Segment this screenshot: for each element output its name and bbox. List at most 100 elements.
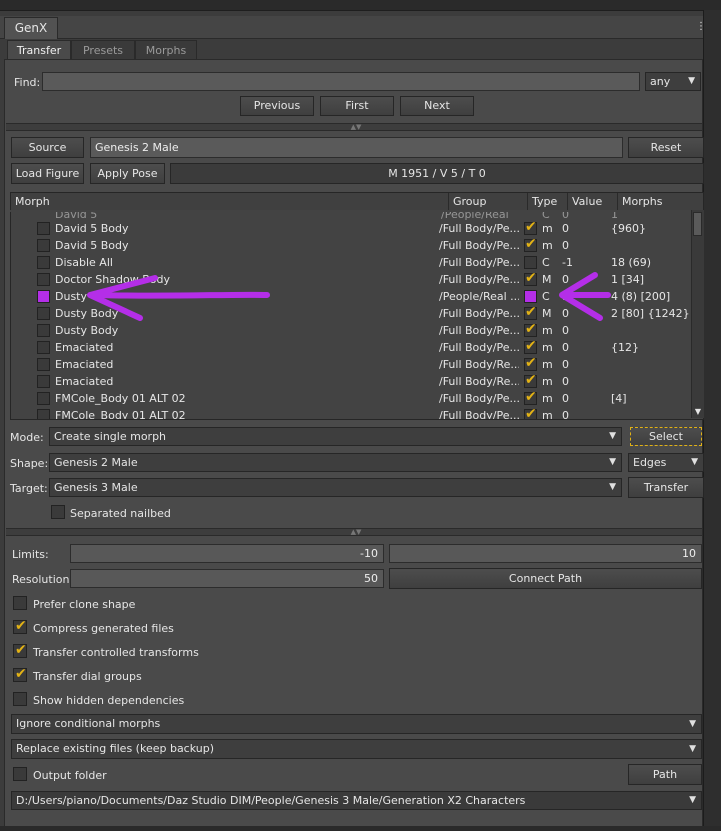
tab-presets[interactable]: Presets xyxy=(71,40,135,60)
row-type-checkbox[interactable] xyxy=(524,270,537,286)
scroll-down-icon[interactable]: ▼ xyxy=(692,407,704,416)
option-label: Transfer dial groups xyxy=(33,670,142,683)
table-scrollbar[interactable]: ▼ xyxy=(691,210,704,418)
first-button[interactable]: First xyxy=(320,96,394,116)
reset-button[interactable]: Reset xyxy=(628,137,704,158)
row-type-checkbox[interactable] xyxy=(524,372,537,388)
find-label: Find: xyxy=(14,76,41,89)
panel-title-tab[interactable]: GenX xyxy=(4,17,58,39)
table-row[interactable]: Emaciated/Full Body/Re... m0 xyxy=(11,355,689,373)
tab-transfer[interactable]: Transfer xyxy=(7,40,71,60)
scrollbar-thumb[interactable] xyxy=(693,212,702,236)
limits-min-field[interactable]: -10 xyxy=(70,544,384,563)
row-type: m xyxy=(542,375,553,388)
row-enable-checkbox[interactable] xyxy=(37,409,50,419)
row-type-checkbox[interactable] xyxy=(524,304,537,320)
table-row[interactable]: David 5 Body/Full Body/Pe... m0 {960} xyxy=(11,219,689,237)
row-type-checkbox[interactable] xyxy=(524,355,537,371)
conditional-morphs-dropdown[interactable]: Ignore conditional morphs ▼ xyxy=(11,714,702,734)
path-button[interactable]: Path xyxy=(628,764,702,785)
row-morph-name: FMCole_Body 01 ALT 02 xyxy=(55,392,186,405)
table-row[interactable]: Emaciated/Full Body/Pe... m0 {12} xyxy=(11,338,689,356)
row-morphs: 2 [80] {1242} xyxy=(611,307,690,320)
replace-files-value: Replace existing files (keep backup) xyxy=(16,742,215,755)
row-type-checkbox[interactable] xyxy=(524,236,537,252)
chevron-down-icon: ▼ xyxy=(688,76,695,86)
chevron-down-icon: ▼ xyxy=(609,482,616,492)
row-morph-name: Emaciated xyxy=(55,341,114,354)
row-enable-checkbox[interactable] xyxy=(37,273,50,286)
row-group: /Full Body/Re... xyxy=(439,358,519,371)
find-scope-dropdown[interactable]: any ▼ xyxy=(645,72,701,91)
row-type-checkbox[interactable] xyxy=(524,290,537,303)
mode-dropdown[interactable]: Create single morph ▼ xyxy=(49,427,622,446)
transfer-button[interactable]: Transfer xyxy=(628,477,704,498)
load-figure-button[interactable]: Load Figure xyxy=(11,163,84,184)
target-dropdown[interactable]: Genesis 3 Male ▼ xyxy=(49,478,622,497)
source-button[interactable]: Source xyxy=(11,137,84,158)
row-enable-checkbox[interactable] xyxy=(37,307,50,320)
row-enable-checkbox[interactable] xyxy=(37,256,50,269)
row-type-checkbox[interactable] xyxy=(524,219,537,235)
find-input[interactable] xyxy=(42,72,640,91)
option-checkbox[interactable] xyxy=(13,692,27,706)
row-enable-checkbox[interactable] xyxy=(37,324,50,337)
bottom-window-strip xyxy=(0,826,721,831)
row-type-checkbox[interactable] xyxy=(524,321,537,337)
row-type-checkbox[interactable] xyxy=(524,406,537,419)
row-group: /Full Body/Pe... xyxy=(439,307,519,320)
option-label: Prefer clone shape xyxy=(33,598,136,611)
row-enable-checkbox[interactable] xyxy=(37,222,50,235)
connect-path-button[interactable]: Connect Path xyxy=(389,568,702,589)
conditional-morphs-value: Ignore conditional morphs xyxy=(16,717,161,730)
row-value: 0 xyxy=(562,392,569,405)
tab-morphs[interactable]: Morphs xyxy=(135,40,197,60)
edges-value: Edges xyxy=(633,456,667,469)
chevron-down-icon: ▼ xyxy=(691,457,698,467)
next-button[interactable]: Next xyxy=(400,96,474,116)
table-row[interactable]: FMCole_Body 01 ALT 02/Full Body/Pe... m0 [… xyxy=(11,389,689,407)
option-checkbox[interactable] xyxy=(13,666,27,682)
table-row[interactable]: Emaciated/Full Body/Re... m0 xyxy=(11,372,691,390)
option-checkbox[interactable] xyxy=(13,618,27,634)
option-checkbox[interactable] xyxy=(13,596,27,610)
source-figure-field[interactable]: Genesis 2 Male xyxy=(90,137,623,158)
row-group: /Full Body/Pe... xyxy=(439,273,519,286)
row-morphs xyxy=(611,373,691,390)
output-folder-checkbox[interactable] xyxy=(13,767,27,781)
row-type-checkbox[interactable] xyxy=(524,256,537,269)
output-folder-label: Output folder xyxy=(33,769,107,782)
table-row[interactable]: David 5 Body/Full Body/Pe... m0 xyxy=(11,236,689,254)
mode-label: Mode: xyxy=(10,431,44,444)
mode-value: Create single morph xyxy=(54,430,167,443)
row-type-checkbox[interactable] xyxy=(524,338,537,354)
resolution-field[interactable]: 50 xyxy=(70,569,384,588)
replace-files-dropdown[interactable]: Replace existing files (keep backup) ▼ xyxy=(11,739,702,759)
output-path-dropdown[interactable]: D:/Users/piano/Documents/Daz Studio DIM/… xyxy=(11,791,702,810)
option-label: Show hidden dependencies xyxy=(33,694,185,707)
row-enable-checkbox[interactable] xyxy=(37,239,50,252)
row-enable-checkbox[interactable] xyxy=(37,375,50,388)
separated-nailbed-checkbox[interactable] xyxy=(51,505,65,519)
limits-max-field[interactable]: 10 xyxy=(389,544,702,563)
row-morph-name: David 5 Body xyxy=(55,239,129,252)
panel-menu-icon[interactable]: ⋮ xyxy=(694,20,708,34)
row-type-checkbox[interactable] xyxy=(524,389,537,405)
table-row[interactable]: FMCole_Body 01 ALT 02/Full Body/Pe... m0 xyxy=(11,406,689,419)
edges-dropdown[interactable]: Edges ▼ xyxy=(628,453,704,472)
header-gap xyxy=(10,210,691,212)
apply-pose-button[interactable]: Apply Pose xyxy=(90,163,165,184)
chevron-down-icon: ▼ xyxy=(689,744,696,754)
limits-label: Limits: xyxy=(12,548,49,561)
select-button[interactable]: Select xyxy=(630,427,702,446)
row-enable-checkbox[interactable] xyxy=(37,290,50,303)
annotation-arrow-left xyxy=(87,275,270,321)
chevron-down-icon: ▼ xyxy=(609,431,616,441)
shape-dropdown[interactable]: Genesis 2 Male ▼ xyxy=(49,453,622,472)
row-enable-checkbox[interactable] xyxy=(37,358,50,371)
option-checkbox[interactable] xyxy=(13,642,27,658)
annotation-arrow-right xyxy=(559,272,611,321)
row-enable-checkbox[interactable] xyxy=(37,341,50,354)
row-enable-checkbox[interactable] xyxy=(37,392,50,405)
previous-button[interactable]: Previous xyxy=(240,96,314,116)
